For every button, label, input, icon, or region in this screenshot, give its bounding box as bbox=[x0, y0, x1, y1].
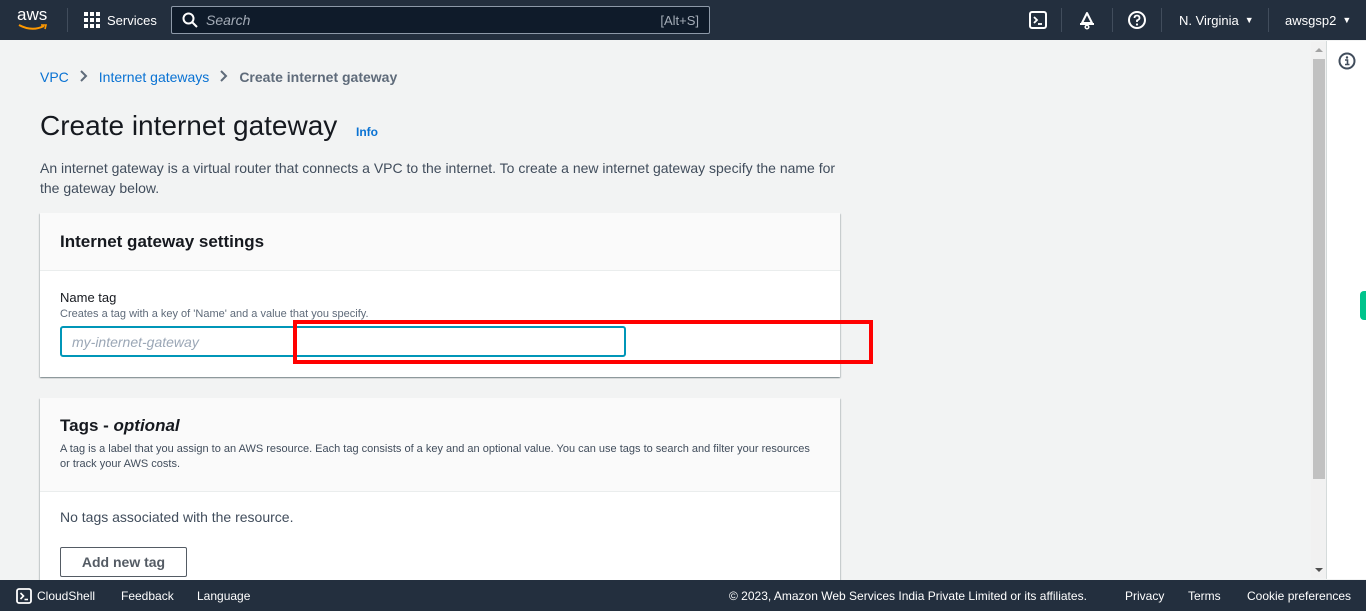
cloudshell-footer-button[interactable]: CloudShell bbox=[16, 580, 95, 611]
region-label: N. Virginia bbox=[1179, 12, 1239, 28]
account-menu[interactable]: awsgsp2 ▼ bbox=[1285, 0, 1351, 40]
nav-divider bbox=[1112, 8, 1113, 32]
chevron-right-icon bbox=[220, 69, 228, 85]
search-icon bbox=[182, 12, 198, 28]
copyright-text: © 2023, Amazon Web Services India Privat… bbox=[729, 588, 1087, 603]
scroll-up-arrow-icon[interactable] bbox=[1315, 48, 1323, 52]
name-tag-input[interactable] bbox=[60, 326, 626, 357]
search-bar[interactable]: [Alt+S] bbox=[171, 6, 710, 34]
caret-down-icon: ▼ bbox=[1244, 15, 1254, 25]
privacy-link[interactable]: Privacy bbox=[1125, 580, 1164, 611]
terms-link[interactable]: Terms bbox=[1188, 580, 1221, 611]
scroll-down-arrow-icon[interactable] bbox=[1315, 568, 1323, 572]
region-selector[interactable]: N. Virginia ▼ bbox=[1179, 0, 1254, 40]
cloudshell-icon bbox=[16, 587, 32, 604]
services-menu-button[interactable]: Services bbox=[84, 0, 157, 40]
aws-smile-icon bbox=[18, 24, 48, 30]
tags-title-optional: optional bbox=[113, 416, 180, 435]
breadcrumb-vpc-link[interactable]: VPC bbox=[40, 69, 69, 85]
tags-title-text: Tags - bbox=[60, 416, 114, 435]
search-input[interactable] bbox=[206, 12, 606, 28]
services-grid-icon bbox=[84, 12, 100, 28]
feedback-link[interactable]: Feedback bbox=[121, 580, 174, 611]
panel-header: Tags - optional A tag is a label that yo… bbox=[40, 398, 840, 492]
search-shortcut-hint: [Alt+S] bbox=[660, 12, 699, 28]
name-tag-description: Creates a tag with a key of 'Name' and a… bbox=[60, 308, 369, 320]
services-label: Services bbox=[107, 12, 157, 28]
internet-gateway-settings-panel: Internet gateway settings Name tag Creat… bbox=[40, 213, 840, 377]
page-title: Create internet gateway bbox=[40, 110, 338, 141]
no-tags-message: No tags associated with the resource. bbox=[60, 509, 294, 525]
caret-down-icon: ▼ bbox=[1342, 15, 1352, 25]
panel-header: Internet gateway settings bbox=[40, 213, 840, 271]
nav-divider bbox=[67, 8, 68, 32]
scroll-thumb[interactable] bbox=[1313, 59, 1325, 479]
aws-logo[interactable]: aws bbox=[17, 5, 51, 33]
info-link[interactable]: Info bbox=[356, 125, 378, 139]
add-new-tag-button[interactable]: Add new tag bbox=[60, 547, 187, 577]
account-label: awsgsp2 bbox=[1285, 12, 1337, 28]
help-icon[interactable] bbox=[1127, 10, 1147, 30]
tags-panel: Tags - optional A tag is a label that yo… bbox=[40, 398, 840, 583]
chevron-right-icon bbox=[80, 69, 88, 85]
tags-description: A tag is a label that you assign to an A… bbox=[60, 443, 810, 470]
top-navigation: aws Services [Alt+S] N. bbox=[0, 0, 1366, 40]
info-circle-icon[interactable] bbox=[1338, 52, 1356, 70]
cookie-preferences-link[interactable]: Cookie preferences bbox=[1247, 580, 1351, 611]
feedback-side-tab[interactable] bbox=[1360, 291, 1366, 320]
nav-divider bbox=[1268, 8, 1269, 32]
breadcrumb-current: Create internet gateway bbox=[239, 69, 398, 85]
breadcrumb: VPC Internet gateways Create internet ga… bbox=[40, 69, 397, 85]
breadcrumb-internet-gateways-link[interactable]: Internet gateways bbox=[99, 69, 210, 85]
aws-logo-text: aws bbox=[17, 5, 48, 24]
nav-divider bbox=[1161, 8, 1162, 32]
name-tag-label: Name tag bbox=[60, 290, 117, 305]
panel-title: Internet gateway settings bbox=[60, 231, 265, 251]
page-scrollbar[interactable] bbox=[1311, 42, 1326, 578]
cloudshell-label: CloudShell bbox=[37, 588, 96, 603]
footer: CloudShell Feedback Language © 2023, Ama… bbox=[0, 580, 1366, 611]
language-link[interactable]: Language bbox=[197, 580, 250, 611]
page-description: An internet gateway is a virtual router … bbox=[40, 160, 836, 196]
tags-panel-title: Tags - optional bbox=[60, 416, 820, 436]
notifications-bell-icon[interactable] bbox=[1077, 10, 1097, 30]
cloudshell-icon[interactable] bbox=[1028, 10, 1048, 30]
nav-divider bbox=[1061, 8, 1062, 32]
